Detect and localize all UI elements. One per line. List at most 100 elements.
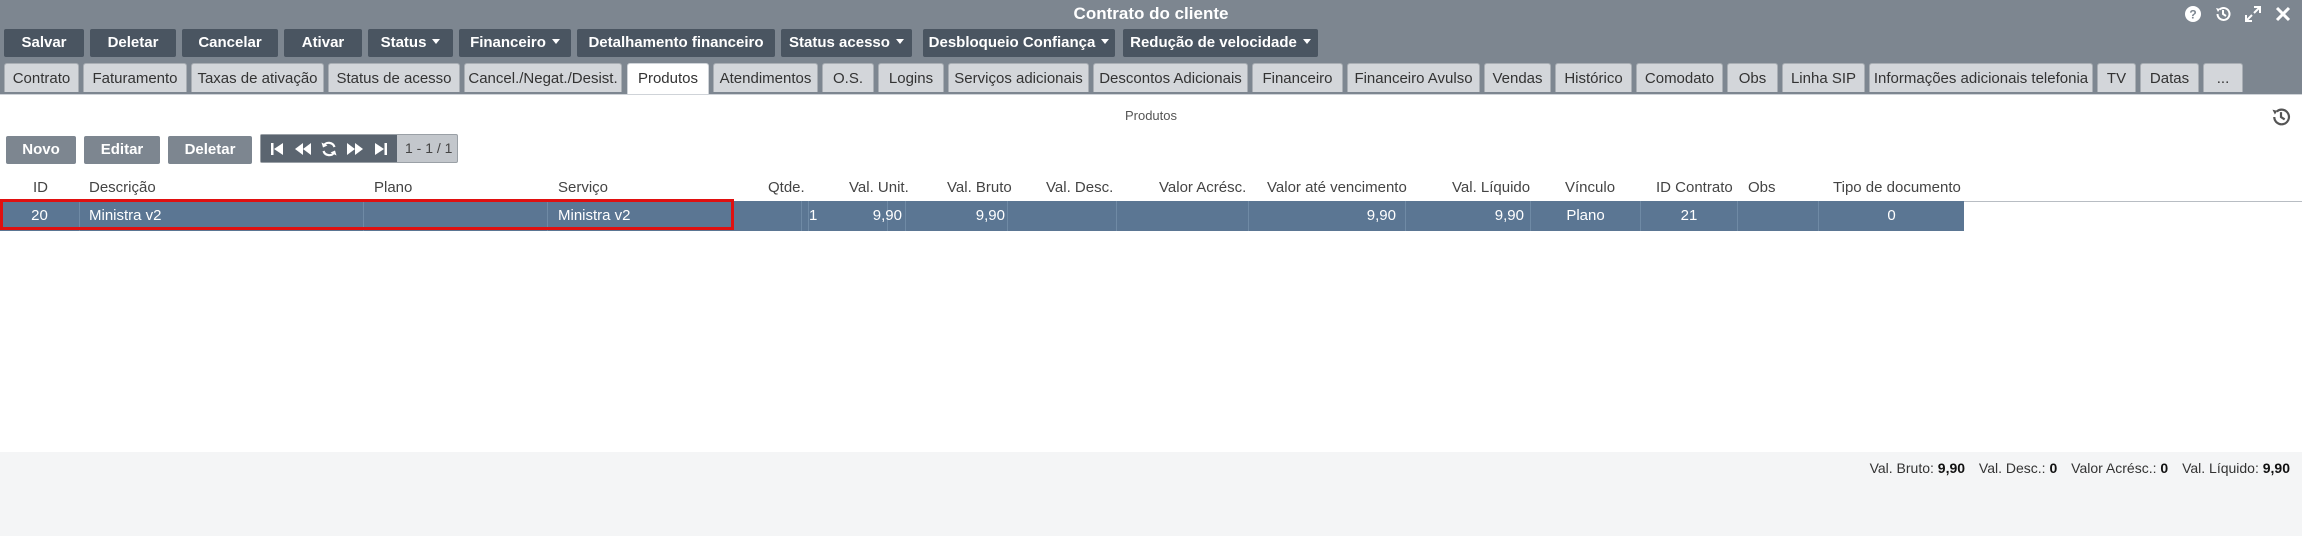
cell-tipo-documento: 0: [1887, 207, 1896, 224]
next-page-icon[interactable]: [346, 141, 364, 157]
cell-descricao: Ministra v2: [80, 201, 364, 231]
last-page-icon[interactable]: [373, 141, 389, 157]
total-valor-acresc: 0: [2160, 460, 2169, 476]
window-controls: ?: [2180, 0, 2296, 28]
cell-val-liquido: 9,90: [1406, 201, 1531, 231]
tab-descontos-adicionais[interactable]: Descontos Adicionais: [1093, 63, 1248, 92]
activate-button[interactable]: Ativar: [284, 29, 362, 57]
chevron-down-icon: [551, 38, 560, 44]
tab-os[interactable]: O.S.: [822, 63, 874, 92]
grid-delete-button[interactable]: Deletar: [168, 136, 252, 164]
column-header-plano[interactable]: Plano: [374, 175, 412, 201]
svg-text:?: ?: [2189, 8, 2196, 22]
tab-faturamento[interactable]: Faturamento: [83, 63, 187, 92]
totals-footer: Val. Bruto: 9,90 Val. Desc.: 0 Valor Acr…: [0, 452, 2302, 536]
close-icon[interactable]: [2270, 1, 2296, 27]
tab-informacoes-adicionais-telefonia[interactable]: Informações adicionais telefonia: [1869, 63, 2093, 92]
tab-atendimentos[interactable]: Atendimentos: [713, 63, 818, 92]
save-button[interactable]: Salvar: [4, 29, 84, 57]
tab-tv[interactable]: TV: [2097, 63, 2136, 92]
pagination: 1 - 1 / 1: [260, 134, 458, 163]
tab-cancel-negat-desist[interactable]: Cancel./Negat./Desist.: [464, 63, 622, 92]
cell-id-contrato: 21: [1641, 201, 1738, 231]
column-header-valor-acresc[interactable]: Valor Acrésc.: [1159, 175, 1246, 201]
total-val-liquido-label: Val. Líquido:: [2182, 460, 2259, 476]
section-title: Produtos: [1124, 108, 1178, 123]
pagination-nav: [261, 135, 397, 162]
tab-obs[interactable]: Obs: [1727, 63, 1778, 92]
cell-vinculo: Plano: [1531, 201, 1641, 231]
tab-financeiro[interactable]: Financeiro: [1252, 63, 1343, 92]
column-header-tipo-documento[interactable]: Tipo de documento: [1833, 175, 1961, 201]
edit-button[interactable]: Editar: [84, 136, 160, 164]
tab-more[interactable]: ...: [2203, 63, 2243, 92]
column-header-val-liquido[interactable]: Val. Líquido: [1452, 175, 1530, 201]
tab-servicos-adicionais[interactable]: Serviços adicionais: [948, 63, 1089, 92]
column-header-valor-ate-vencimento[interactable]: Valor até vencimento: [1267, 175, 1407, 201]
cell-obs: [1738, 201, 1819, 231]
cell-valor-acresc: [1117, 201, 1249, 231]
delete-button[interactable]: Deletar: [90, 29, 176, 57]
totals: Val. Bruto: 9,90 Val. Desc.: 0 Valor Acr…: [1870, 460, 2290, 476]
previous-page-icon[interactable]: [294, 141, 312, 157]
table-row[interactable]: 20 Ministra v2 Ministra v2 1 9,90 9,90 9…: [0, 201, 1964, 231]
chevron-down-icon: [432, 38, 441, 44]
grid-history-icon[interactable]: [2270, 106, 2292, 132]
cell-val-desc: [1008, 201, 1117, 231]
column-header-descricao[interactable]: Descrição: [89, 175, 156, 201]
column-header-val-bruto[interactable]: Val. Bruto: [947, 175, 1012, 201]
tab-bar: Contrato Faturamento Taxas de ativação S…: [0, 62, 2302, 95]
cell-val-bruto: 9,90: [906, 201, 1008, 231]
total-val-liquido: 9,90: [2262, 460, 2290, 476]
column-header-id[interactable]: ID: [33, 175, 48, 201]
tab-financeiro-avulso[interactable]: Financeiro Avulso: [1347, 63, 1480, 92]
tab-historico[interactable]: Histórico: [1555, 63, 1632, 92]
status-dropdown[interactable]: Status: [368, 29, 453, 57]
column-header-qtde[interactable]: Qtde.: [768, 175, 805, 201]
tab-datas[interactable]: Datas: [2140, 63, 2199, 92]
column-header-vinculo[interactable]: Vínculo: [1565, 175, 1615, 201]
chevron-down-icon: [1302, 38, 1311, 44]
cell-qtde-display: [734, 201, 802, 231]
status-acesso-dropdown[interactable]: Status acesso: [781, 29, 912, 57]
tab-status-de-acesso[interactable]: Status de acesso: [328, 63, 460, 92]
first-page-icon[interactable]: [269, 141, 285, 157]
total-valor-acresc-label: Valor Acrésc.:: [2071, 460, 2157, 476]
column-header-val-unit[interactable]: Val. Unit.: [849, 175, 909, 201]
trust-unlock-dropdown-label: Desbloqueio Confiança: [928, 34, 1096, 51]
new-button[interactable]: Novo: [6, 136, 76, 164]
cell-val-unit: 9,90: [810, 201, 906, 231]
maximize-icon[interactable]: [2240, 1, 2266, 27]
total-val-desc-label: Val. Desc.:: [1978, 460, 2046, 476]
tab-comodato[interactable]: Comodato: [1636, 63, 1723, 92]
status-acesso-dropdown-label: Status acesso: [789, 34, 890, 51]
speed-reduction-dropdown-label: Redução de velocidade: [1130, 34, 1297, 51]
tab-produtos[interactable]: Produtos: [627, 63, 709, 94]
speed-reduction-dropdown[interactable]: Redução de velocidade: [1123, 29, 1318, 57]
financeiro-dropdown[interactable]: Financeiro: [459, 29, 571, 57]
tab-linha-sip[interactable]: Linha SIP: [1782, 63, 1865, 92]
column-header-id-contrato[interactable]: ID Contrato: [1656, 175, 1733, 201]
column-header-servico[interactable]: Serviço: [558, 175, 608, 201]
tab-logins[interactable]: Logins: [878, 63, 944, 92]
tab-taxas-de-ativacao[interactable]: Taxas de ativação: [191, 63, 324, 92]
tab-vendas[interactable]: Vendas: [1484, 63, 1551, 92]
financeiro-dropdown-label: Financeiro: [470, 34, 546, 51]
column-header-obs[interactable]: Obs: [1748, 175, 1776, 201]
financial-detail-button[interactable]: Detalhamento financeiro: [577, 29, 775, 57]
status-dropdown-label: Status: [380, 34, 427, 51]
chevron-down-icon: [1101, 38, 1110, 44]
cell-id: 20: [0, 201, 80, 231]
window-title: Contrato do cliente: [1073, 4, 1229, 23]
tab-contrato[interactable]: Contrato: [4, 63, 79, 92]
trust-unlock-dropdown[interactable]: Desbloqueio Confiança: [923, 29, 1115, 57]
history-icon[interactable]: [2210, 1, 2236, 27]
refresh-icon[interactable]: [320, 140, 338, 158]
action-toolbar: Salvar Deletar Cancelar Ativar Status Fi…: [0, 28, 2302, 62]
help-icon[interactable]: ?: [2180, 1, 2206, 27]
window-title-bar: Contrato do cliente ?: [0, 0, 2302, 28]
column-header-val-desc[interactable]: Val. Desc.: [1046, 175, 1113, 201]
cancel-button[interactable]: Cancelar: [182, 29, 278, 57]
total-val-desc: 0: [2049, 460, 2058, 476]
total-val-bruto-label: Val. Bruto:: [1869, 460, 1934, 476]
